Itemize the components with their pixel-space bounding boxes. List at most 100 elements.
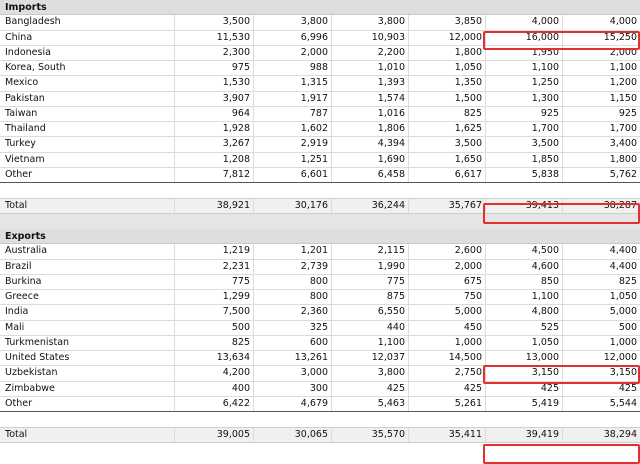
value-cell-1[interactable]: 7,500 xyxy=(174,305,253,320)
value-cell-6[interactable]: 1,100 xyxy=(562,61,640,76)
value-cell-2[interactable]: 800 xyxy=(253,274,331,290)
value-cell-5[interactable]: 1,250 xyxy=(485,76,562,91)
value-cell-4[interactable]: 3,500 xyxy=(408,137,485,152)
value-cell-6[interactable]: 1,050 xyxy=(562,290,640,305)
value-cell-2[interactable]: 300 xyxy=(253,381,331,396)
value-cell-5[interactable]: 1,850 xyxy=(485,152,562,167)
value-cell-6[interactable]: 925 xyxy=(562,106,640,122)
table-row[interactable]: Other 6,422 4,679 5,463 5,261 5,419 5,54… xyxy=(0,396,640,413)
value-cell-2[interactable]: 325 xyxy=(253,320,331,335)
value-cell-4[interactable]: 425 xyxy=(408,381,485,396)
value-cell-6[interactable]: 1,200 xyxy=(562,76,640,91)
value-cell-4[interactable]: 1,650 xyxy=(408,152,485,167)
value-cell-1[interactable]: 825 xyxy=(174,335,253,351)
value-cell-3[interactable]: 775 xyxy=(331,274,408,290)
value-cell-6[interactable]: 4,400 xyxy=(562,259,640,274)
value-cell-6[interactable]: 1,150 xyxy=(562,91,640,106)
table-row[interactable]: Zimbabwe 400 300 425 425 425 425 xyxy=(0,381,640,397)
table-row[interactable]: China 11,530 6,996 10,903 12,000 16,000 … xyxy=(0,30,640,46)
value-cell-5[interactable]: 525 xyxy=(485,320,562,335)
value-cell-3[interactable]: 1,393 xyxy=(331,76,408,91)
table-row[interactable]: Turkey 3,267 2,919 4,394 3,500 3,500 3,4… xyxy=(0,137,640,153)
value-cell-3[interactable]: 1,574 xyxy=(331,91,408,106)
value-cell-3[interactable]: 875 xyxy=(331,290,408,305)
value-cell-5[interactable]: 16,000 xyxy=(485,30,562,45)
value-cell-5[interactable]: 925 xyxy=(485,106,562,122)
value-cell-1[interactable]: 3,267 xyxy=(174,137,253,152)
value-cell-5[interactable]: 4,000 xyxy=(485,15,562,30)
value-cell-3[interactable]: 3,800 xyxy=(331,15,408,30)
value-cell-4[interactable]: 2,600 xyxy=(408,244,485,259)
value-cell-2[interactable]: 2,360 xyxy=(253,305,331,320)
value-cell-4[interactable]: 14,500 xyxy=(408,351,485,366)
value-cell-5[interactable]: 850 xyxy=(485,274,562,290)
value-cell-5[interactable]: 4,800 xyxy=(485,305,562,320)
table-row[interactable]: Turkmenistan 825 600 1,100 1,000 1,050 1… xyxy=(0,335,640,352)
value-cell-6[interactable]: 425 xyxy=(562,381,640,396)
value-cell-4[interactable]: 2,000 xyxy=(408,259,485,274)
value-cell-5[interactable]: 3,500 xyxy=(485,137,562,152)
table-row[interactable]: Mali 500 325 440 450 525 500 xyxy=(0,320,640,336)
value-cell-5[interactable]: 4,500 xyxy=(485,244,562,259)
value-cell-2[interactable]: 800 xyxy=(253,290,331,305)
value-cell-4[interactable]: 1,000 xyxy=(408,335,485,351)
table-row[interactable]: Bangladesh 3,500 3,800 3,800 3,850 4,000… xyxy=(0,15,640,31)
value-cell-6[interactable]: 4,000 xyxy=(562,15,640,30)
value-cell-4[interactable]: 6,617 xyxy=(408,167,485,183)
value-cell-4[interactable]: 1,500 xyxy=(408,91,485,106)
value-cell-3[interactable]: 1,016 xyxy=(331,106,408,122)
table-row[interactable]: Brazil 2,231 2,739 1,990 2,000 4,600 4,4… xyxy=(0,259,640,275)
value-cell-1[interactable]: 1,928 xyxy=(174,122,253,137)
value-cell-6[interactable]: 1,800 xyxy=(562,152,640,167)
value-cell-2[interactable]: 6,996 xyxy=(253,30,331,45)
value-cell-4[interactable]: 750 xyxy=(408,290,485,305)
value-cell-6[interactable]: 1,000 xyxy=(562,335,640,351)
value-cell-3[interactable]: 10,903 xyxy=(331,30,408,45)
value-cell-2[interactable]: 1,315 xyxy=(253,76,331,91)
table-row[interactable]: Greece 1,299 800 875 750 1,100 1,050 xyxy=(0,290,640,306)
value-cell-1[interactable]: 4,200 xyxy=(174,366,253,381)
table-row[interactable]: Other 7,812 6,601 6,458 6,617 5,838 5,76… xyxy=(0,167,640,184)
value-cell-4[interactable]: 5,000 xyxy=(408,305,485,320)
value-cell-3[interactable]: 4,394 xyxy=(331,137,408,152)
value-cell-4[interactable]: 3,850 xyxy=(408,15,485,30)
value-cell-5[interactable]: 3,150 xyxy=(485,366,562,381)
total-value-1[interactable]: 39,005 xyxy=(174,428,253,442)
value-cell-1[interactable]: 7,812 xyxy=(174,167,253,183)
value-cell-6[interactable]: 1,700 xyxy=(562,122,640,137)
value-cell-5[interactable]: 13,000 xyxy=(485,351,562,366)
value-cell-2[interactable]: 2,919 xyxy=(253,137,331,152)
total-value-6[interactable]: 38,294 xyxy=(562,428,640,442)
value-cell-5[interactable]: 5,838 xyxy=(485,167,562,183)
value-cell-5[interactable]: 1,100 xyxy=(485,61,562,76)
value-cell-6[interactable]: 4,400 xyxy=(562,244,640,259)
value-cell-2[interactable]: 1,917 xyxy=(253,91,331,106)
total-value-4[interactable]: 35,767 xyxy=(408,199,485,213)
value-cell-5[interactable]: 425 xyxy=(485,381,562,396)
value-cell-2[interactable]: 787 xyxy=(253,106,331,122)
total-value-5[interactable]: 39,413 xyxy=(485,199,562,213)
value-cell-1[interactable]: 400 xyxy=(174,381,253,396)
value-cell-1[interactable]: 500 xyxy=(174,320,253,335)
value-cell-1[interactable]: 1,299 xyxy=(174,290,253,305)
value-cell-5[interactable]: 1,300 xyxy=(485,91,562,106)
value-cell-6[interactable]: 3,400 xyxy=(562,137,640,152)
value-cell-2[interactable]: 4,679 xyxy=(253,396,331,412)
value-cell-4[interactable]: 1,800 xyxy=(408,45,485,61)
total-value-3[interactable]: 35,570 xyxy=(331,428,408,442)
value-cell-3[interactable]: 2,200 xyxy=(331,45,408,61)
value-cell-2[interactable]: 3,800 xyxy=(253,15,331,30)
value-cell-3[interactable]: 1,690 xyxy=(331,152,408,167)
value-cell-1[interactable]: 964 xyxy=(174,106,253,122)
total-value-4[interactable]: 35,411 xyxy=(408,428,485,442)
value-cell-3[interactable]: 1,806 xyxy=(331,122,408,137)
value-cell-3[interactable]: 2,115 xyxy=(331,244,408,259)
table-row[interactable]: India 7,500 2,360 6,550 5,000 4,800 5,00… xyxy=(0,305,640,321)
imports-total-row[interactable]: Total 38,921 30,176 36,244 35,767 39,413… xyxy=(0,198,640,214)
value-cell-3[interactable]: 1,990 xyxy=(331,259,408,274)
value-cell-3[interactable]: 440 xyxy=(331,320,408,335)
total-value-2[interactable]: 30,176 xyxy=(253,199,331,213)
value-cell-2[interactable]: 1,201 xyxy=(253,244,331,259)
total-value-1[interactable]: 38,921 xyxy=(174,199,253,213)
table-row[interactable]: Vietnam 1,208 1,251 1,690 1,650 1,850 1,… xyxy=(0,152,640,168)
